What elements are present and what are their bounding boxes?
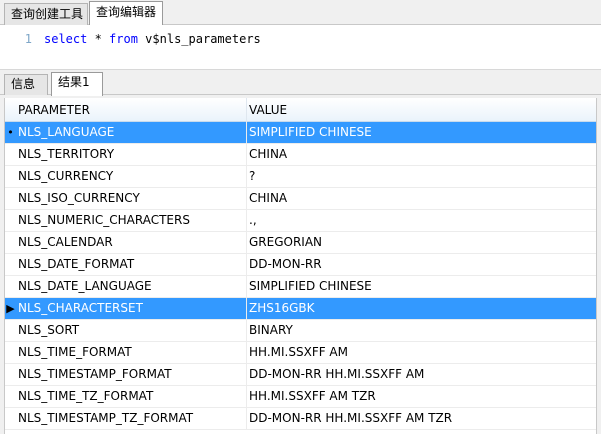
cell-parameter[interactable]: NLS_CHARACTERSET xyxy=(16,298,246,319)
select-star: * xyxy=(87,32,110,46)
cell-parameter[interactable]: NLS_CALENDAR xyxy=(16,232,246,253)
cell-parameter[interactable]: NLS_DATE_LANGUAGE xyxy=(16,276,246,297)
row-indicator xyxy=(5,386,16,407)
table-row[interactable]: NLS_TIMESTAMP_FORMAT DD-MON-RR HH.MI.SSXF… xyxy=(5,364,596,386)
grid-rows: • NLS_LANGUAGE SIMPLIFIED CHINESE NLS_TERRI… xyxy=(5,122,596,430)
table-row[interactable]: NLS_SORT BINARY xyxy=(5,320,596,342)
cell-value[interactable]: HH.MI.SSXFF AM TZR xyxy=(246,386,596,407)
cell-parameter[interactable]: NLS_TIME_TZ_FORMAT xyxy=(16,386,246,407)
row-indicator xyxy=(5,254,16,275)
current-row-arrow-icon: ▶ xyxy=(6,302,15,315)
table-row[interactable]: NLS_CALENDAR GREGORIAN xyxy=(5,232,596,254)
cell-value[interactable]: DD-MON-RR HH.MI.SSXFF AM TZR xyxy=(246,408,596,429)
table-row[interactable]: NLS_NUMERIC_CHARACTERS., xyxy=(5,210,596,232)
tab-result-1[interactable]: 结果1 xyxy=(51,72,103,96)
cell-parameter[interactable]: NLS_SORT xyxy=(16,320,246,341)
cell-value[interactable]: CHINA xyxy=(246,188,596,209)
result-grid: PARAMETER VALUE • NLS_LANGUAGE SIMPLIFIED … xyxy=(4,98,597,434)
cell-value[interactable]: ? xyxy=(246,166,596,187)
tab-info[interactable]: 信息 xyxy=(4,74,48,95)
tab-query-editor[interactable]: 查询编辑器 xyxy=(89,1,163,26)
row-indicator xyxy=(5,210,16,231)
row-indicator xyxy=(5,408,16,429)
row-indicator xyxy=(5,276,16,297)
cell-value[interactable]: DD-MON-RR HH.MI.SSXFF AM xyxy=(246,364,596,385)
table-row[interactable]: ▶ NLS_CHARACTERSET ZHS16GBK xyxy=(5,298,596,320)
table-row[interactable]: NLS_TIME_TZ_FORMAT HH.MI.SSXFF AM TZR xyxy=(5,386,596,408)
table-row[interactable]: NLS_TIME_FORMAT HH.MI.SSXFF AM xyxy=(5,342,596,364)
query-tab-bar: 查询创建工具 查询编辑器 xyxy=(0,0,601,26)
cell-parameter[interactable]: NLS_CURRENCY xyxy=(16,166,246,187)
row-indicator xyxy=(5,342,16,363)
cell-parameter[interactable]: NLS_ISO_CURRENCY xyxy=(16,188,246,209)
cell-parameter[interactable]: NLS_NUMERIC_CHARACTERS xyxy=(16,210,246,231)
sql-code[interactable]: select * from v$nls_parameters xyxy=(44,32,261,46)
cell-value[interactable]: ZHS16GBK xyxy=(246,298,596,319)
column-header-parameter[interactable]: PARAMETER xyxy=(16,98,246,122)
cell-value[interactable]: SIMPLIFIED CHINESE xyxy=(246,122,596,143)
cell-parameter[interactable]: NLS_TERRITORY xyxy=(16,144,246,165)
cell-value[interactable]: CHINA xyxy=(246,144,596,165)
table-row[interactable]: NLS_DATE_LANGUAGE SIMPLIFIED CHINESE xyxy=(5,276,596,298)
cell-value[interactable]: GREGORIAN xyxy=(246,232,596,253)
table-row[interactable]: NLS_TIMESTAMP_TZ_FORMAT DD-MON-RR HH.MI.S… xyxy=(5,408,596,430)
cell-value[interactable]: SIMPLIFIED CHINESE xyxy=(246,276,596,297)
table-row[interactable]: NLS_DATE_FORMAT DD-MON-RR xyxy=(5,254,596,276)
column-header-value[interactable]: VALUE xyxy=(246,98,596,122)
table-name: v$nls_parameters xyxy=(137,32,261,46)
row-indicator xyxy=(5,364,16,385)
line-number: 1 xyxy=(24,32,32,46)
cell-value[interactable]: HH.MI.SSXFF AM xyxy=(246,342,596,363)
keyword-from: from xyxy=(109,32,138,46)
cell-value[interactable]: ., xyxy=(246,210,596,231)
row-indicator xyxy=(5,320,16,341)
grid-header: PARAMETER VALUE xyxy=(5,98,596,122)
cell-value[interactable]: BINARY xyxy=(246,320,596,341)
sql-editor[interactable]: 1 select * from v$nls_parameters xyxy=(0,25,601,70)
table-row[interactable]: NLS_TERRITORY CHINA xyxy=(5,144,596,166)
row-indicator xyxy=(5,188,16,209)
row-indicator: • xyxy=(7,126,14,139)
row-indicator xyxy=(5,232,16,253)
cell-parameter[interactable]: NLS_TIMESTAMP_FORMAT xyxy=(16,364,246,385)
row-indicator xyxy=(5,144,16,165)
tab-query-builder[interactable]: 查询创建工具 xyxy=(4,3,88,25)
result-tab-bar: 信息 结果1 xyxy=(0,70,601,96)
row-indicator xyxy=(5,166,16,187)
cell-parameter[interactable]: NLS_TIMESTAMP_TZ_FORMAT xyxy=(16,408,246,429)
keyword-select: select xyxy=(44,32,88,46)
cell-value[interactable]: DD-MON-RR xyxy=(246,254,596,275)
table-row[interactable]: NLS_ISO_CURRENCY CHINA xyxy=(5,188,596,210)
cell-parameter[interactable]: NLS_TIME_FORMAT xyxy=(16,342,246,363)
table-row[interactable]: NLS_CURRENCY? xyxy=(5,166,596,188)
cell-parameter[interactable]: NLS_DATE_FORMAT xyxy=(16,254,246,275)
cell-parameter[interactable]: NLS_LANGUAGE xyxy=(16,122,246,143)
table-row[interactable]: • NLS_LANGUAGE SIMPLIFIED CHINESE xyxy=(5,122,596,144)
